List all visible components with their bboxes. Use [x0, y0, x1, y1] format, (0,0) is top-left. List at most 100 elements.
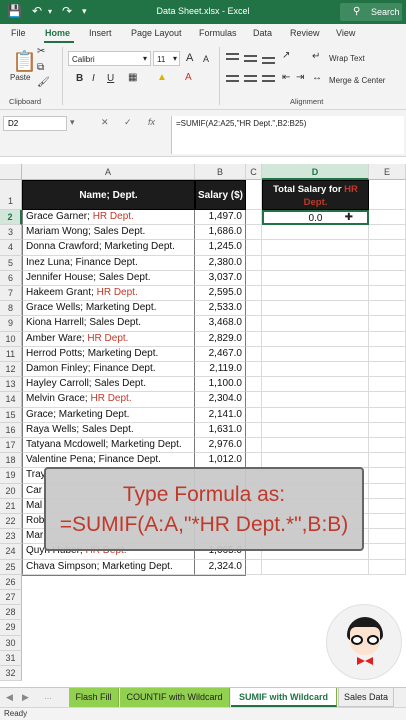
- font-color-icon[interactable]: A: [185, 72, 192, 83]
- name-cell[interactable]: Kiona Harrell; Sales Dept.: [22, 316, 195, 332]
- row-header[interactable]: 29: [0, 620, 22, 636]
- more-sheets-icon[interactable]: …: [44, 692, 52, 701]
- empty-cell[interactable]: [369, 498, 406, 514]
- empty-cell[interactable]: [369, 346, 406, 362]
- orientation-icon[interactable]: ↗: [282, 50, 290, 61]
- empty-cell[interactable]: [262, 331, 369, 347]
- previous-sheet-icon[interactable]: ◀: [6, 692, 13, 703]
- empty-cell[interactable]: [369, 438, 406, 454]
- empty-cell[interactable]: [246, 407, 262, 423]
- row-header[interactable]: 25: [0, 559, 22, 575]
- name-cell[interactable]: Jennifer House; Sales Dept.: [22, 270, 195, 286]
- row-header[interactable]: 8: [0, 301, 22, 317]
- row-header[interactable]: 13: [0, 377, 22, 393]
- name-cell[interactable]: Donna Crawford; Marketing Dept.: [22, 240, 195, 256]
- empty-cell[interactable]: [369, 422, 406, 438]
- salary-cell[interactable]: 2,976.0: [195, 438, 246, 454]
- empty-cell[interactable]: [246, 286, 262, 302]
- empty-cell[interactable]: [369, 483, 406, 499]
- row-header[interactable]: 28: [0, 605, 22, 621]
- row-header[interactable]: 17: [0, 438, 22, 454]
- middle-align-icon[interactable]: [244, 55, 257, 66]
- name-cell[interactable]: Chava Simpson; Marketing Dept.: [22, 559, 195, 575]
- name-cell[interactable]: Inez Luna; Finance Dept.: [22, 255, 195, 271]
- row-header[interactable]: 22: [0, 514, 22, 530]
- salary-cell[interactable]: 2,141.0: [195, 407, 246, 423]
- empty-cell[interactable]: [246, 438, 262, 454]
- empty-cell[interactable]: [369, 377, 406, 393]
- name-cell[interactable]: Mariam Wong; Sales Dept.: [22, 225, 195, 241]
- empty-cell[interactable]: [369, 286, 406, 302]
- row-header[interactable]: 3: [0, 225, 22, 241]
- empty-cell[interactable]: [262, 270, 369, 286]
- empty-cell[interactable]: [369, 559, 406, 575]
- empty-cell[interactable]: [369, 255, 406, 271]
- empty-cell[interactable]: [369, 316, 406, 332]
- empty-cell[interactable]: [246, 270, 262, 286]
- empty-cell[interactable]: [246, 346, 262, 362]
- row-header[interactable]: 7: [0, 286, 22, 302]
- table-header-salary[interactable]: Salary ($): [195, 180, 246, 210]
- sheet-tab-flash-fill[interactable]: Flash Fill: [69, 688, 119, 707]
- empty-cell[interactable]: [369, 407, 406, 423]
- empty-cell[interactable]: [262, 559, 369, 575]
- empty-cell[interactable]: [262, 438, 369, 454]
- empty-cell[interactable]: [369, 392, 406, 408]
- salary-cell[interactable]: 1,100.0: [195, 377, 246, 393]
- paste-icon[interactable]: 📋: [12, 49, 37, 74]
- empty-cell[interactable]: [246, 422, 262, 438]
- name-cell[interactable]: Grace Wells; Marketing Dept.: [22, 301, 195, 317]
- row-header[interactable]: 1: [0, 180, 22, 210]
- empty-cell[interactable]: [369, 544, 406, 560]
- row-header[interactable]: 4: [0, 240, 22, 256]
- row-header[interactable]: 32: [0, 666, 22, 682]
- wrap-text-button[interactable]: Wrap Text: [329, 54, 365, 63]
- empty-cell[interactable]: [369, 514, 406, 530]
- empty-cell[interactable]: [262, 255, 369, 271]
- row-header[interactable]: 11: [0, 346, 22, 362]
- empty-cell[interactable]: [369, 529, 406, 545]
- empty-cell[interactable]: [246, 225, 262, 241]
- merge-icon[interactable]: ↔: [312, 72, 322, 83]
- row-header[interactable]: 18: [0, 453, 22, 469]
- row-header[interactable]: 20: [0, 483, 22, 499]
- column-header-b[interactable]: B: [195, 164, 246, 180]
- empty-cell[interactable]: [246, 210, 262, 226]
- empty-cell[interactable]: [262, 362, 369, 378]
- grow-font-button[interactable]: A: [186, 52, 193, 64]
- select-all-corner[interactable]: [0, 164, 22, 180]
- empty-cell[interactable]: [246, 255, 262, 271]
- empty-cell[interactable]: [262, 346, 369, 362]
- tab-view[interactable]: View: [336, 28, 355, 38]
- cell-e1[interactable]: [369, 180, 406, 210]
- salary-cell[interactable]: 2,533.0: [195, 301, 246, 317]
- column-header-d[interactable]: D: [262, 164, 369, 180]
- underline-button[interactable]: U: [107, 73, 114, 84]
- name-cell[interactable]: Herrod Potts; Marketing Dept.: [22, 346, 195, 362]
- empty-cell[interactable]: [369, 240, 406, 256]
- empty-cell[interactable]: [369, 270, 406, 286]
- row-header[interactable]: 26: [0, 574, 22, 590]
- empty-cell[interactable]: [262, 377, 369, 393]
- row-header[interactable]: 21: [0, 498, 22, 514]
- empty-cell[interactable]: [262, 392, 369, 408]
- column-header-e[interactable]: E: [369, 164, 406, 180]
- chevron-down-icon[interactable]: ▾: [70, 117, 75, 128]
- row-header[interactable]: 24: [0, 544, 22, 560]
- salary-cell[interactable]: 2,324.0: [195, 559, 246, 575]
- tab-review[interactable]: Review: [290, 28, 320, 38]
- column-header-c[interactable]: C: [246, 164, 262, 180]
- empty-cell[interactable]: [262, 240, 369, 256]
- empty-cell[interactable]: [262, 316, 369, 332]
- align-center-icon[interactable]: [244, 75, 257, 86]
- empty-cell[interactable]: [262, 225, 369, 241]
- empty-cell[interactable]: [369, 362, 406, 378]
- empty-cell[interactable]: [246, 331, 262, 347]
- search-box[interactable]: ⚲ Search: [340, 3, 402, 21]
- tab-home[interactable]: Home: [45, 28, 70, 38]
- align-right-icon[interactable]: [262, 75, 275, 86]
- format-painter-icon[interactable]: 🖌: [37, 77, 50, 88]
- fill-color-icon[interactable]: ▲: [157, 72, 167, 83]
- name-cell[interactable]: Tatyana Mcdowell; Marketing Dept.: [22, 438, 195, 454]
- row-header[interactable]: 15: [0, 407, 22, 423]
